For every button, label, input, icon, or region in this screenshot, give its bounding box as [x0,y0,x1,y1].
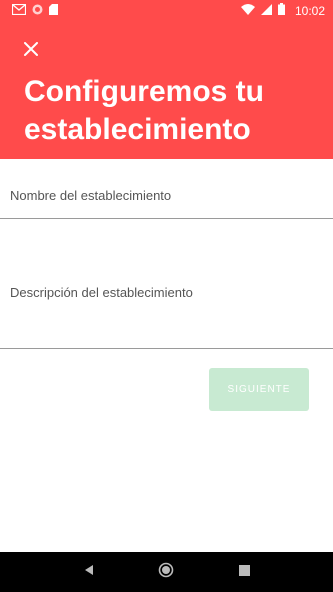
sd-card-icon [49,2,58,20]
navigation-bar [0,552,333,592]
description-field-container [0,219,333,349]
wifi-icon [240,2,255,20]
status-left-icons [11,2,58,20]
gmail-icon [11,2,27,20]
signal-icon [260,2,272,20]
recents-button[interactable] [229,557,259,587]
close-button[interactable] [18,38,44,64]
home-icon[interactable] [158,562,174,583]
notification-dot-icon [32,2,43,20]
next-button[interactable]: SIGUIENTE [209,368,309,411]
back-icon[interactable] [83,563,95,581]
status-time: 10:02 [294,3,325,18]
battery-icon [277,2,285,20]
name-field[interactable] [10,185,323,205]
recents-icon[interactable] [238,563,250,581]
back-button[interactable] [74,557,104,587]
description-field[interactable] [10,285,323,305]
close-icon[interactable] [24,41,38,61]
header: Configuremos tu establecimiento [0,21,333,159]
name-field-container [0,159,333,219]
page-title: Configuremos tu establecimiento [24,75,264,146]
status-right-icons: 10:02 [240,2,325,20]
home-button[interactable] [151,557,181,587]
status-bar: 10:02 [0,0,333,21]
